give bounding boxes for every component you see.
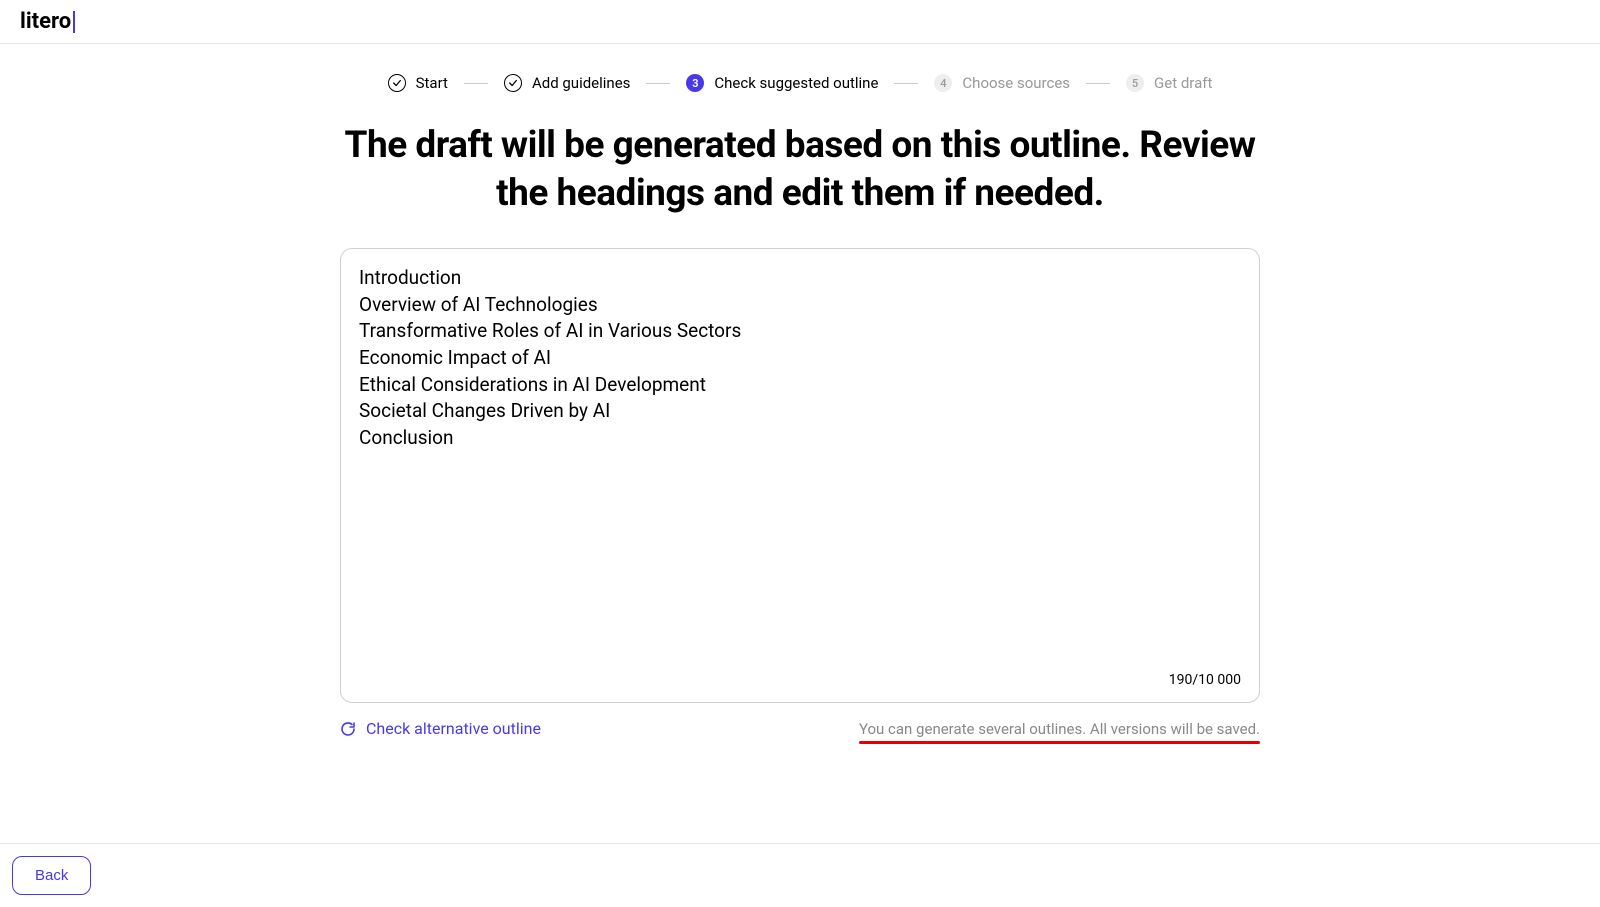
stepper: Start Add guidelines 3 Check suggested o… [340,44,1260,112]
annotation-underline [859,741,1260,744]
hint-text: You can generate several outlines. All v… [859,720,1260,738]
refresh-icon [340,721,356,737]
check-alternative-label: Check alternative outline [366,719,541,738]
logo[interactable]: litero [20,9,75,34]
below-outline-bar: Check alternative outline You can genera… [340,703,1260,754]
char-count: 190/10 000 [1169,671,1241,691]
step-number-inactive: 5 [1126,74,1144,92]
step-number-inactive: 4 [934,74,952,92]
back-button[interactable]: Back [12,856,91,895]
check-icon [388,74,406,92]
step-label: Choose sources [962,74,1070,92]
logo-text: litero [20,9,71,34]
footer-bar: Back [0,843,1600,907]
step-label: Get draft [1154,74,1212,92]
step-label: Start [416,74,448,92]
check-icon [504,74,522,92]
outline-textarea[interactable]: Introduction Overview of AI Technologies… [340,248,1260,703]
hint-text-content: You can generate several outlines. All v… [859,720,1260,738]
step-number-active: 3 [686,74,704,92]
step-choose-sources[interactable]: 4 Choose sources [934,74,1070,92]
step-label: Add guidelines [532,74,630,92]
step-divider [894,83,918,84]
check-alternative-outline-link[interactable]: Check alternative outline [340,719,541,738]
step-divider [1086,83,1110,84]
main-container: Start Add guidelines 3 Check suggested o… [300,44,1300,754]
step-label: Check suggested outline [714,74,878,92]
page-title: The draft will be generated based on thi… [340,122,1260,218]
step-add-guidelines[interactable]: Add guidelines [504,74,630,92]
logo-cursor [73,11,75,33]
step-check-outline[interactable]: 3 Check suggested outline [686,74,878,92]
step-get-draft[interactable]: 5 Get draft [1126,74,1212,92]
header: litero [0,0,1600,44]
step-divider [464,83,488,84]
step-start[interactable]: Start [388,74,448,92]
step-divider [646,83,670,84]
outline-content[interactable]: Introduction Overview of AI Technologies… [359,265,1241,451]
